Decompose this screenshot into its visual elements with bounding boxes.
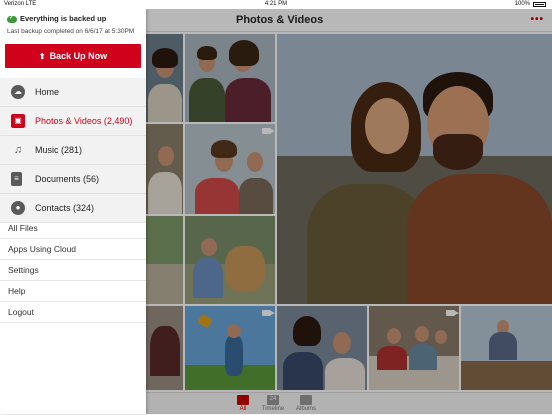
contacts-icon: ● xyxy=(11,201,25,215)
drawer-menu-primary: ☁ Home ▣ Photos & Videos (2,490) ♫ Music… xyxy=(0,78,146,223)
backup-status: Everything is backed up xyxy=(7,14,106,23)
menu-item-label: Photos & Videos (2,490) xyxy=(35,116,133,126)
music-note-icon: ♫ xyxy=(13,144,23,156)
last-backup-text: Last backup completed on 6/6/17 at 5:30P… xyxy=(7,28,135,35)
menu-item-apps-using-cloud[interactable]: Apps Using Cloud xyxy=(0,239,146,260)
menu-item-home[interactable]: ☁ Home xyxy=(0,78,146,107)
backup-status-text: Everything is backed up xyxy=(20,14,107,23)
menu-item-label: Home xyxy=(35,87,60,97)
menu-item-label: Music (281) xyxy=(35,145,83,155)
drawer-menu-secondary: All Files Apps Using Cloud Settings Help… xyxy=(0,218,146,323)
menu-item-logout[interactable]: Logout xyxy=(0,302,146,323)
cloud-check-icon xyxy=(7,14,17,23)
back-up-now-button[interactable]: ⬆ Back Up Now xyxy=(5,44,141,68)
menu-item-all-files[interactable]: All Files xyxy=(0,218,146,239)
battery-icon xyxy=(533,2,546,7)
menu-item-settings[interactable]: Settings xyxy=(0,260,146,281)
status-bar: Verizon LTE 4:21 PM 100% xyxy=(0,0,552,9)
menu-item-label: Contacts (324) xyxy=(35,203,95,213)
back-up-now-label: Back Up Now xyxy=(49,51,108,61)
cloud-icon: ☁ xyxy=(11,85,25,99)
clock: 4:21 PM xyxy=(264,1,288,7)
photo-icon: ▣ xyxy=(11,114,25,128)
menu-item-help[interactable]: Help xyxy=(0,281,146,302)
upload-icon: ⬆ xyxy=(38,52,46,61)
menu-item-documents[interactable]: ≡ Documents (56) xyxy=(0,165,146,194)
menu-item-photos-videos[interactable]: ▣ Photos & Videos (2,490) xyxy=(0,107,146,136)
menu-item-label: Documents (56) xyxy=(35,174,100,184)
menu-item-music[interactable]: ♫ Music (281) xyxy=(0,136,146,165)
document-icon: ≡ xyxy=(11,172,22,186)
battery-label: 100% xyxy=(514,1,530,7)
side-drawer: Everything is backed up Last backup comp… xyxy=(0,9,146,414)
drawer-overlay[interactable] xyxy=(146,9,552,414)
